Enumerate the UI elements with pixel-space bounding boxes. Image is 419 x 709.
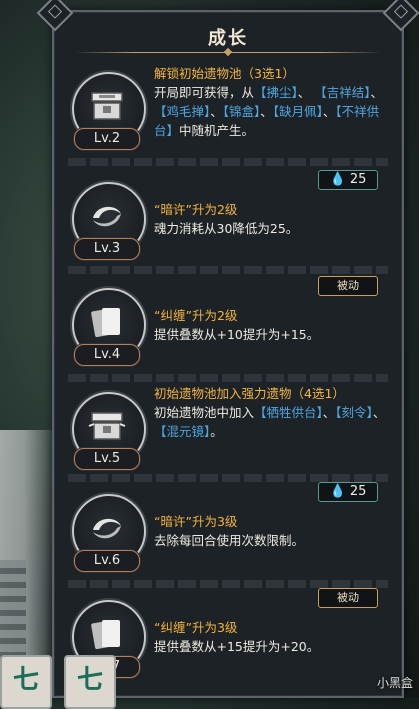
growth-entry-lv6[interactable]: 💧 25 Lv.6 “暗许”升为3级 去除每回合使用次数限制。 [68,482,388,586]
soul-drop-icon: 💧 [329,484,346,499]
relic-keyword: 【吉祥结】 [314,85,371,100]
relic-keyword: 【缺月佩】 [272,104,323,119]
growth-entry-lv4[interactable]: 被动 Lv.4 “纠缠”升为2级 提供叠数从+10提升为+15。 [68,276,388,380]
level-label: Lv.4 [74,344,140,366]
entry-title: 解锁初始遗物池（3选1） [154,66,295,81]
growth-entry-lv7[interactable]: 被动 Lv.7 “纠缠”升为3级 提供叠数从+15提升为+20。 [68,588,388,692]
entry-detail: 提供叠数从+15提升为+20。 [154,639,320,654]
entry-title: “暗许”升为3级 [154,514,238,529]
entry-description: “纠缠”升为2级 提供叠数从+10提升为+15。 [154,306,386,344]
relic-keyword: 【鸡毛掸】 [154,104,211,119]
entry-divider [68,474,388,482]
growth-entry-lv3[interactable]: 💧 25 Lv.3 “暗许”升为2级 魂力消耗从30降低为25。 [68,170,388,274]
entry-description: 初始遗物池加入强力遗物（4选1） 初始遗物池中加入【牺牲供台】、【刻令】、【混元… [154,386,386,439]
entry-title: 初始遗物池加入强力遗物（4选1） [154,386,345,401]
entry-title: “纠缠”升为2级 [154,308,238,323]
cost-badge: 💧 25 [318,170,378,190]
entry-title: “纠缠”升为3级 [154,620,238,635]
entry-divider [68,580,388,588]
relic-keyword: 【拂尘】 [254,85,298,100]
cost-badge: 💧 25 [318,482,378,502]
entry-title: “暗许”升为2级 [154,202,238,217]
relic-keyword: 【锦盒】 [222,104,261,119]
entry-description: 解锁初始遗物池（3选1） 开局即可获得，从【拂尘】、 【吉祥结】、【鸡毛掸】、【… [154,66,384,138]
entry-detail: 魂力消耗从30降低为25。 [154,221,299,236]
panel-title: 成长 [208,28,248,49]
soul-drop-icon: 💧 [329,172,346,187]
growth-panel: 成长 Lv.2 解锁初始遗物池（3选1） 开局即可获得，从【拂尘】、 【吉祥结】… [36,0,419,698]
entry-description: “暗许”升为3级 去除每回合使用次数限制。 [154,512,386,550]
entry-detail: 去除每回合使用次数限制。 [154,533,305,548]
growth-entry-lv2[interactable]: Lv.2 解锁初始遗物池（3选1） 开局即可获得，从【拂尘】、 【吉祥结】、【鸡… [68,60,388,164]
passive-badge: 被动 [318,588,378,608]
growth-entry-lv5[interactable]: Lv.5 初始遗物池加入强力遗物（4选1） 初始遗物池中加入【牺牲供台】、【刻令… [68,380,388,484]
mahjong-tile[interactable]: 七 [64,655,116,709]
level-label: Lv.2 [74,128,140,150]
relic-keyword: 【牺牲供台】 [254,405,323,420]
title-divider [74,52,382,53]
level-label: Lv.6 [74,550,140,572]
relic-keyword: 【刻令】 [335,405,373,420]
entry-description: “纠缠”升为3级 提供叠数从+15提升为+20。 [154,618,386,656]
relic-keyword: 【混元镜】 [154,424,211,439]
level-label: Lv.3 [74,238,140,260]
entry-divider [68,158,388,166]
mahjong-tile[interactable]: 七 [0,655,52,709]
watermark: 小黑盒 [376,676,413,690]
entry-divider [68,266,388,274]
entry-description: “暗许”升为2级 魂力消耗从30降低为25。 [154,200,386,238]
entry-detail: 提供叠数从+10提升为+15。 [154,327,320,342]
passive-badge: 被动 [318,276,378,296]
level-label: Lv.5 [74,448,140,470]
